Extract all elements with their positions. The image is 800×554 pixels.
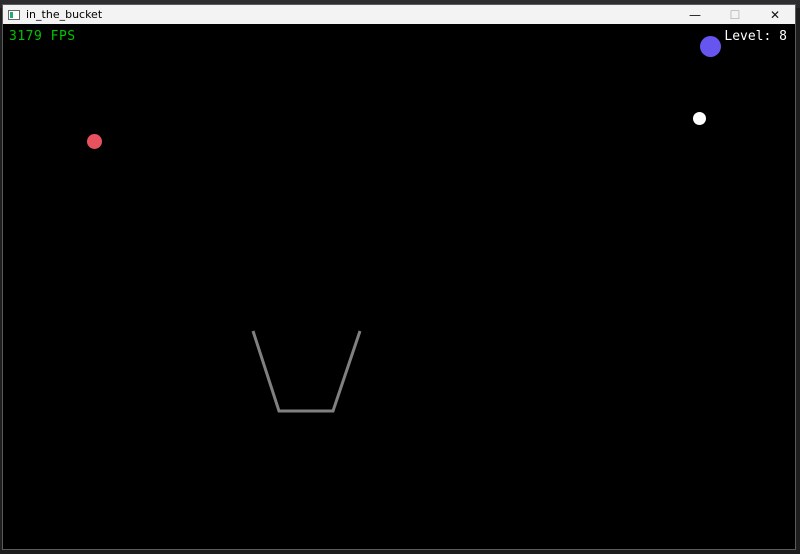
- window-title: in_the_bucket: [26, 8, 103, 21]
- maximize-button[interactable]: ☐: [715, 5, 755, 24]
- game-canvas[interactable]: 3179 FPS Level: 8: [3, 24, 795, 549]
- window-titlebar[interactable]: in_the_bucket — ☐ ✕: [3, 5, 795, 24]
- game-window: in_the_bucket — ☐ ✕ 3179 FPS Level: 8: [2, 4, 796, 550]
- bucket: [251, 330, 362, 413]
- close-button[interactable]: ✕: [755, 5, 795, 24]
- minimize-button[interactable]: —: [675, 5, 715, 24]
- window-controls: — ☐ ✕: [675, 5, 795, 24]
- app-icon: [8, 9, 20, 20]
